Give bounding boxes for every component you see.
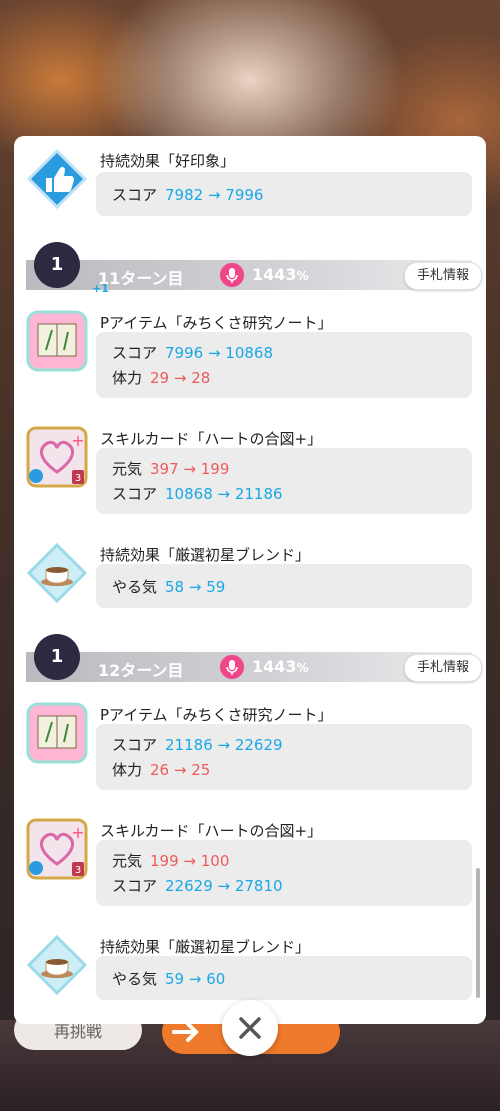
stat-label: スコア: [112, 186, 158, 204]
stat-label: スコア: [112, 344, 158, 362]
turn-plus: +1: [92, 282, 109, 295]
percent-unit: %: [296, 269, 309, 283]
entry-title: 持続効果「好印象」: [100, 152, 236, 170]
stat-box: スコア 7996 → 10868 体力 29 → 28: [96, 332, 472, 398]
turn-percent: 1443%: [252, 265, 309, 284]
stat-row: やる気 59 → 60: [112, 968, 225, 989]
stat-value: 22629 → 27810: [165, 877, 283, 895]
stat-row: 元気 199 → 100: [112, 850, 229, 871]
stat-row: スコア 21186 → 22629: [112, 734, 283, 755]
close-button[interactable]: [222, 1000, 278, 1056]
hand-info-button[interactable]: 手札情報: [404, 262, 482, 290]
stat-row: スコア 22629 → 27810: [112, 875, 283, 896]
entry-title: 持続効果「厳選初星ブレンド」: [100, 938, 311, 956]
stat-row: 体力 26 → 25: [112, 759, 210, 780]
stat-label: スコア: [112, 485, 158, 503]
stat-box: 元気 199 → 100 スコア 22629 → 27810: [96, 840, 472, 906]
stat-label: 体力: [112, 369, 143, 387]
stat-value: 59 → 60: [165, 970, 226, 988]
stat-label: スコア: [112, 877, 158, 895]
stat-value: 199 → 100: [150, 852, 230, 870]
stat-value: 10868 → 21186: [165, 485, 283, 503]
stat-label: やる気: [112, 970, 158, 988]
coffee-cup-icon: [26, 934, 88, 996]
notebook-item-icon: [26, 310, 88, 372]
stat-box: スコア 7982 → 7996: [96, 172, 472, 216]
turn-badge: 1: [34, 242, 80, 288]
stat-row: 元気 397 → 199: [112, 458, 229, 479]
stat-label: スコア: [112, 736, 158, 754]
stat-value: 397 → 199: [150, 460, 230, 478]
stat-row: スコア 7996 → 10868: [112, 342, 273, 363]
svg-text:+: +: [71, 823, 84, 842]
log-entry: Pアイテム「みちくさ研究ノート」 スコア 21186 → 22629 体力 26 →…: [14, 698, 486, 798]
svg-text:3: 3: [75, 865, 81, 876]
close-icon: [239, 1017, 261, 1039]
log-entry: Pアイテム「みちくさ研究ノート」 スコア 7996 → 10868 体力 29 → …: [14, 306, 486, 406]
turn-header: 12ターン目 1443% 手札情報: [26, 652, 482, 682]
percent-value: 1443: [252, 657, 297, 676]
stat-label: 元気: [112, 460, 143, 478]
stat-label: 元気: [112, 852, 143, 870]
coffee-cup-icon: [26, 542, 88, 604]
svg-text:3: 3: [75, 473, 81, 484]
stat-value: 26 → 25: [150, 761, 211, 779]
stat-label: やる気: [112, 578, 158, 596]
heart-card-icon: 3 +: [26, 818, 88, 880]
entry-title: スキルカード「ハートの合図+」: [100, 430, 323, 448]
entry-title: Pアイテム「みちくさ研究ノート」: [100, 706, 333, 724]
microphone-icon: [220, 263, 244, 287]
stat-box: やる気 59 → 60: [96, 956, 472, 1000]
log-entry: 持続効果「厳選初星ブレンド」 やる気 58 → 59: [14, 538, 486, 618]
notebook-item-icon: [26, 702, 88, 764]
stat-value: 7996 → 10868: [165, 344, 274, 362]
stat-label: 体力: [112, 761, 143, 779]
stat-value: 58 → 59: [165, 578, 226, 596]
stat-box: やる気 58 → 59: [96, 564, 472, 608]
percent-unit: %: [296, 661, 309, 675]
turn-badge: 1: [34, 634, 80, 680]
turn-percent: 1443%: [252, 657, 309, 676]
stat-row: 体力 29 → 28: [112, 367, 210, 388]
entry-title: 持続効果「厳選初星ブレンド」: [100, 546, 311, 564]
log-entry: 持続効果「好印象」 スコア 7982 → 7996: [14, 144, 486, 234]
turn-label: 12ターン目: [98, 661, 184, 680]
scrollbar[interactable]: [476, 868, 480, 998]
log-entry: 持続効果「厳選初星ブレンド」 やる気 59 → 60: [14, 930, 486, 1010]
entry-title: スキルカード「ハートの合図+」: [100, 822, 323, 840]
stat-value: 29 → 28: [150, 369, 211, 387]
microphone-icon: [220, 655, 244, 679]
turn-label: 11ターン目: [98, 269, 184, 288]
log-entry: 3 + スキルカード「ハートの合図+」 元気 397 → 199 スコア 10868…: [14, 422, 486, 522]
log-entry: 3 + スキルカード「ハートの合図+」 元気 199 → 100 スコア 22629…: [14, 814, 486, 914]
stat-box: 元気 397 → 199 スコア 10868 → 21186: [96, 448, 472, 514]
stat-box: スコア 21186 → 22629 体力 26 → 25: [96, 724, 472, 790]
stat-row: スコア 10868 → 21186: [112, 483, 283, 504]
heart-card-icon: 3 +: [26, 426, 88, 488]
action-log-panel[interactable]: 持続効果「好印象」 スコア 7982 → 7996 11ターン目 1443% 手札…: [14, 136, 486, 1024]
svg-text:+: +: [71, 431, 84, 450]
percent-value: 1443: [252, 265, 297, 284]
entry-title: Pアイテム「みちくさ研究ノート」: [100, 314, 333, 332]
thumbs-up-icon: [26, 148, 88, 210]
stat-row: スコア 7982 → 7996: [112, 184, 263, 205]
stat-row: やる気 58 → 59: [112, 576, 225, 597]
stat-value: 21186 → 22629: [165, 736, 283, 754]
stat-value: 7982 → 7996: [165, 186, 264, 204]
hand-info-button[interactable]: 手札情報: [404, 654, 482, 682]
